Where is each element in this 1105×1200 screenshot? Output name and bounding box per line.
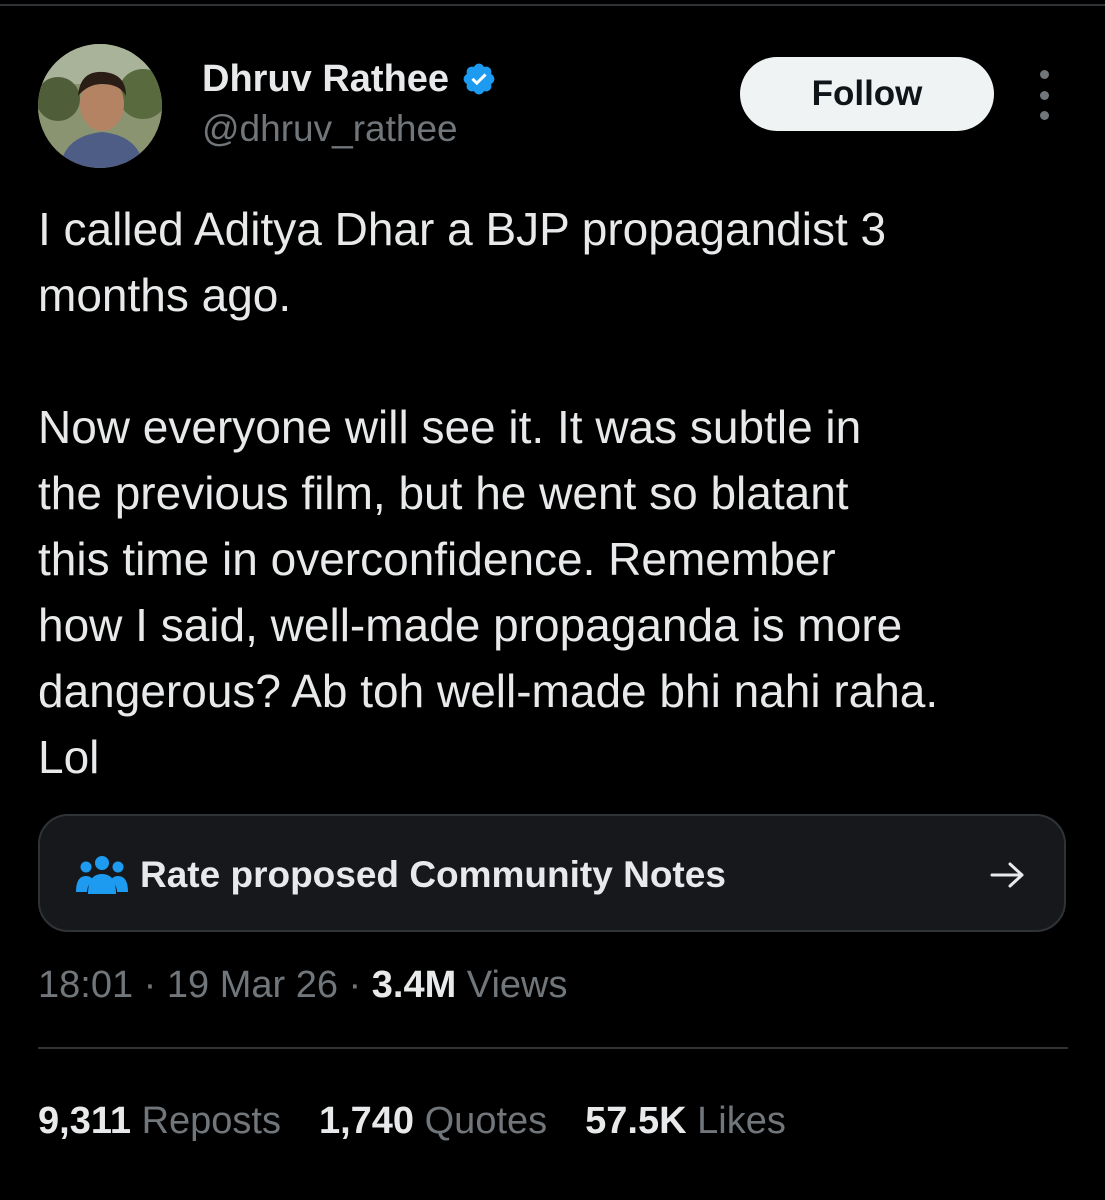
more-vertical-icon[interactable]: [1028, 70, 1060, 120]
views-label: Views: [466, 964, 568, 1006]
author-handle[interactable]: @dhruv_rathee: [202, 106, 458, 152]
avatar-photo-icon: [38, 44, 162, 168]
verified-badge-icon[interactable]: [461, 61, 497, 97]
quotes-count: 1,740: [318, 1100, 415, 1142]
quotes-stat[interactable]: 1,740 Quotes: [319, 1094, 547, 1148]
top-divider: [0, 4, 1105, 6]
likes-stat[interactable]: 57.5K Likes: [585, 1094, 786, 1148]
tweet-meta: 18:01 · 19 Mar 26 · 3.4M Views: [38, 960, 567, 1010]
community-notes-label: Rate proposed Community Notes: [140, 854, 726, 895]
reposts-stat[interactable]: 9,311 Reposts: [38, 1094, 281, 1148]
meta-separator: ·: [143, 964, 157, 1006]
engagement-stats: 9,311 Reposts 1,740 Quotes 57.5K Likes: [38, 1094, 824, 1148]
author-display-name[interactable]: Dhruv Rathee: [202, 56, 449, 102]
tweet-text: I called Aditya Dhar a BJP propagandist …: [38, 203, 939, 783]
tweet-date[interactable]: 19 Mar 26: [167, 964, 338, 1006]
avatar[interactable]: [38, 44, 162, 168]
reposts-count: 9,311: [38, 1100, 131, 1142]
meta-separator: ·: [348, 964, 362, 1006]
likes-count: 57.5K: [585, 1100, 687, 1142]
community-notes-button[interactable]: Rate proposed Community Notes: [38, 814, 1066, 932]
arrow-right-icon: [990, 862, 1024, 888]
likes-label: Likes: [697, 1100, 786, 1142]
reposts-label: Reposts: [141, 1100, 281, 1142]
tweet-time[interactable]: 18:01: [38, 964, 133, 1006]
people-group-icon: [76, 856, 128, 894]
views-count: 3.4M: [371, 964, 457, 1006]
stats-divider: [38, 1047, 1068, 1049]
follow-button[interactable]: Follow: [740, 57, 994, 131]
author-name-row[interactable]: Dhruv Rathee: [202, 56, 497, 102]
quotes-label: Quotes: [424, 1100, 548, 1142]
